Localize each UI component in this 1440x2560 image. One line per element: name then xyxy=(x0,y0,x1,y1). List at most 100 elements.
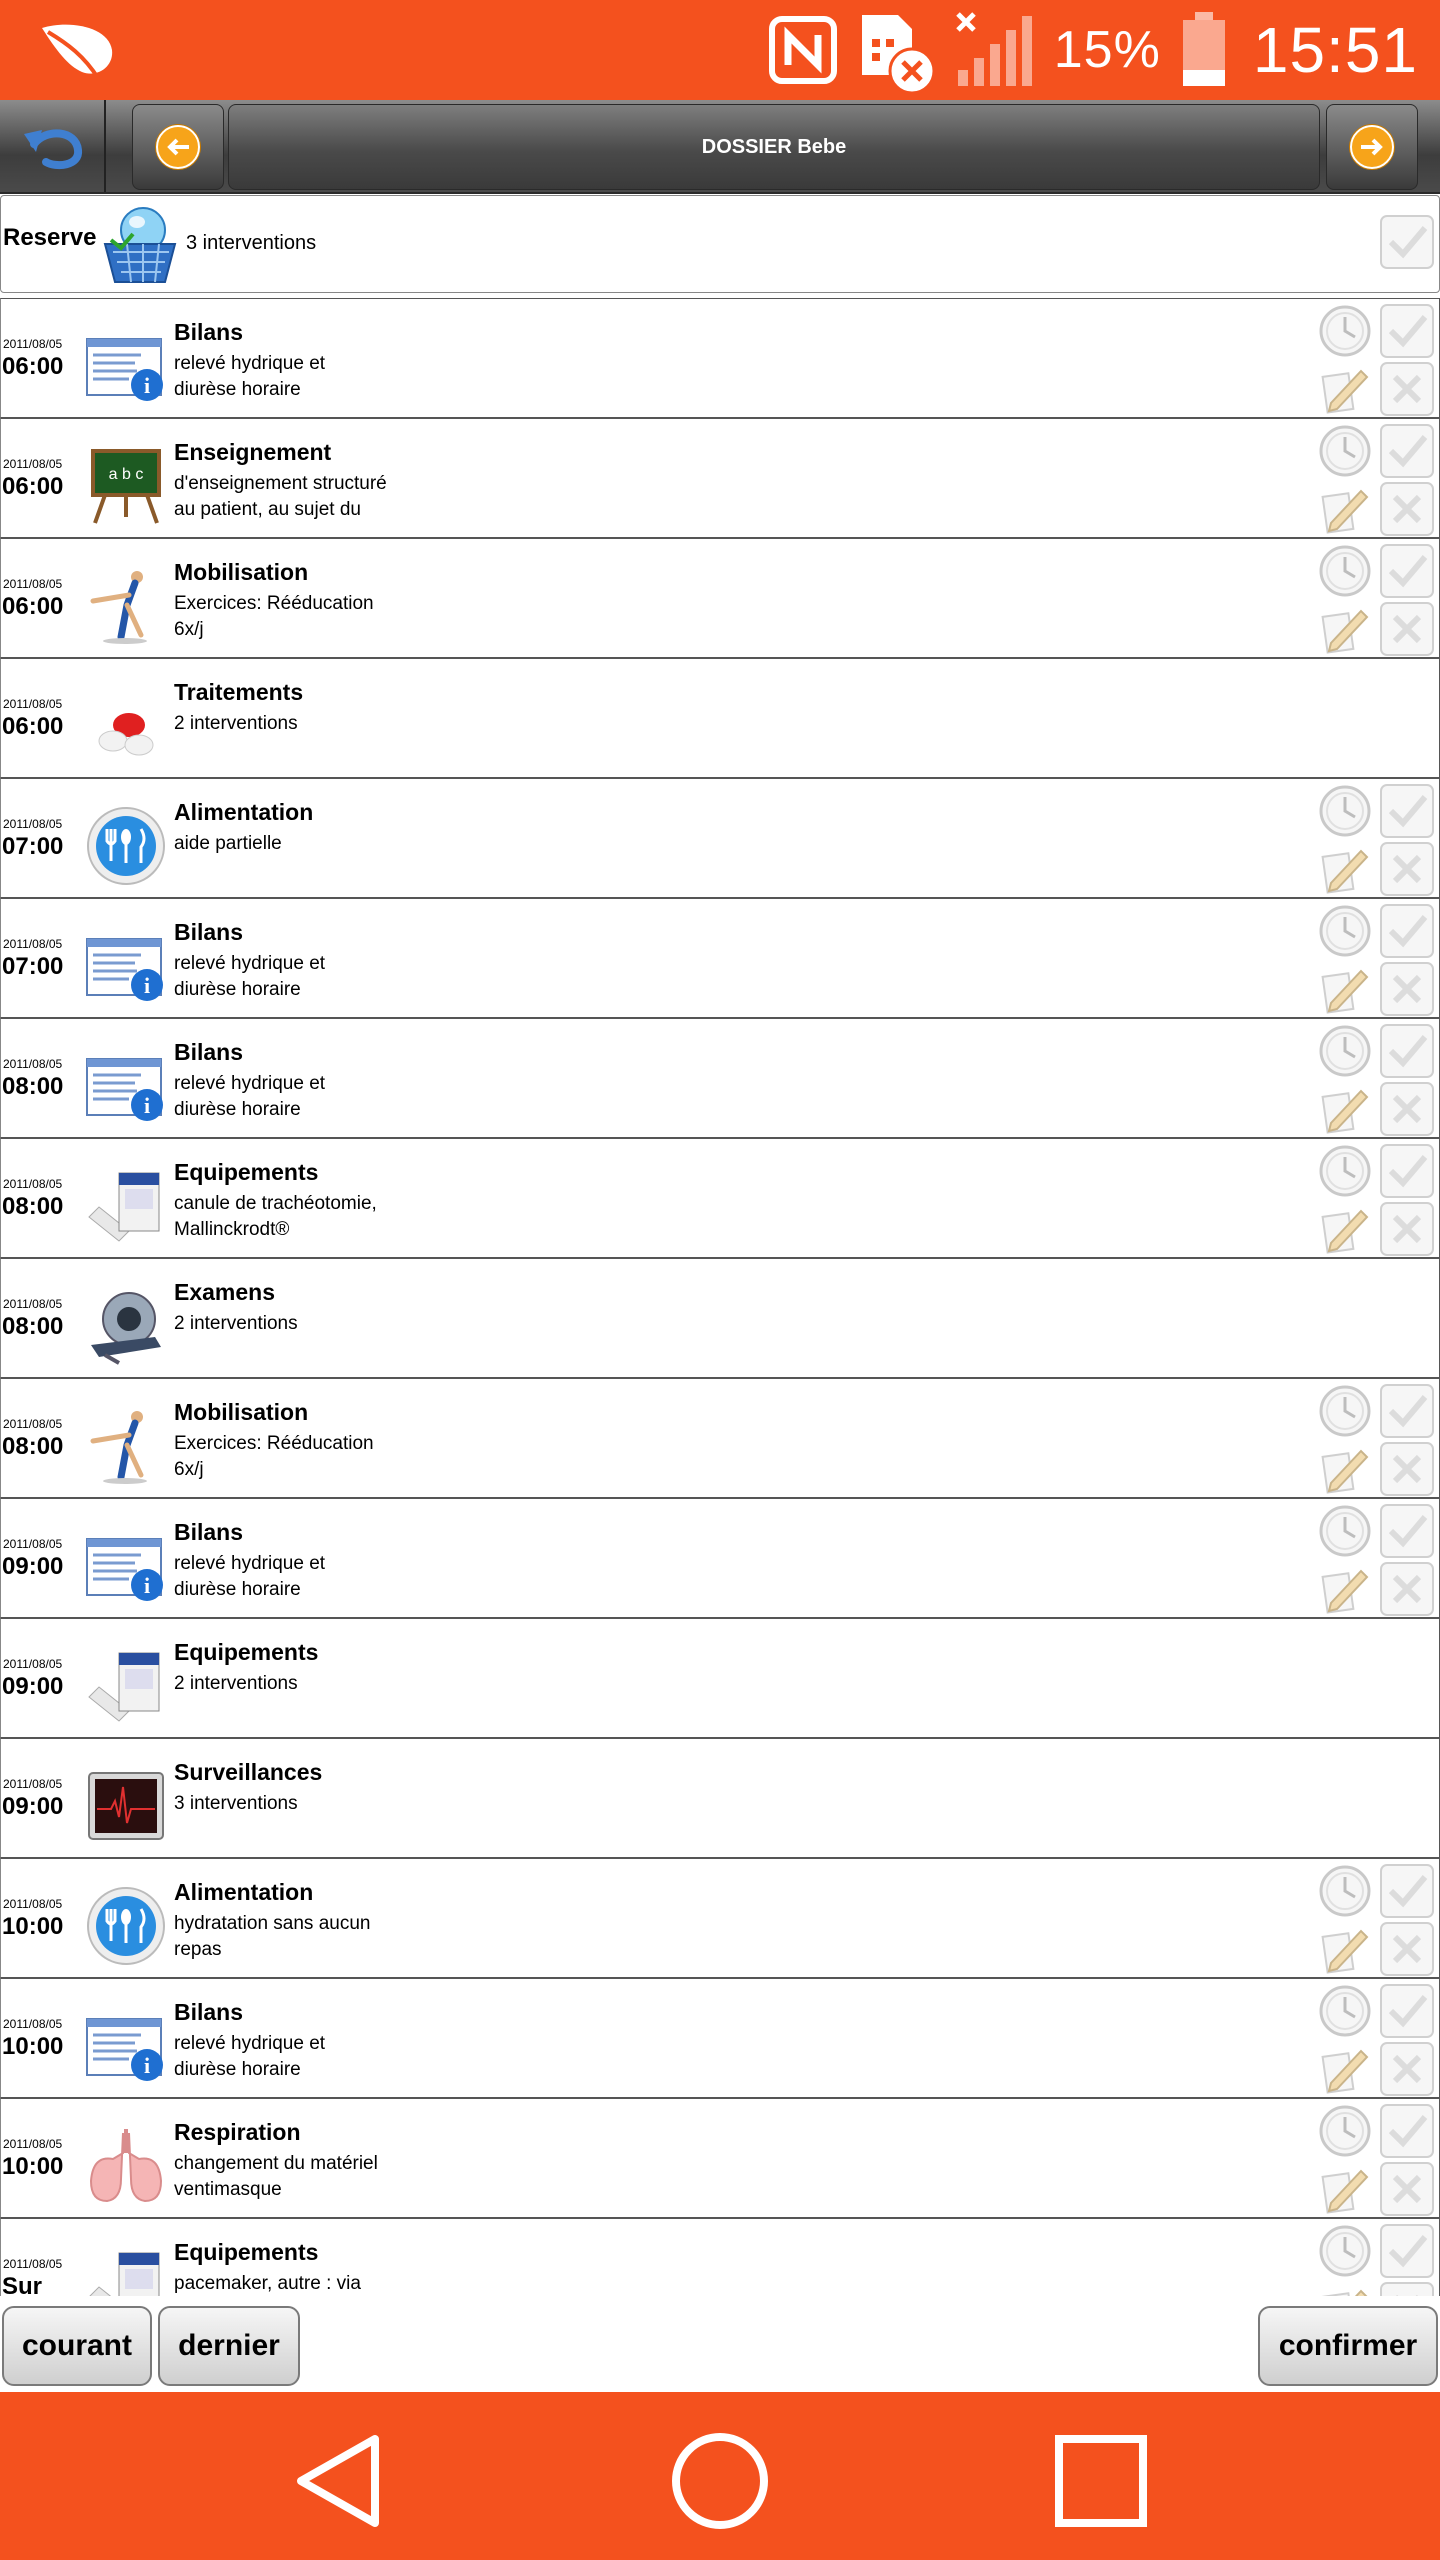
intervention-row[interactable]: 2011/08/05 10:00 Alimentation hydratation s… xyxy=(0,1858,1440,1978)
schedule-clock-icon[interactable] xyxy=(1317,423,1373,479)
edit-note-icon[interactable] xyxy=(1317,961,1373,1017)
nav-home-button[interactable] xyxy=(665,2426,775,2536)
intervention-row[interactable]: 2011/08/05 06:00 i Bilans relevé hydrique et… xyxy=(0,298,1440,418)
schedule-clock-icon[interactable] xyxy=(1317,783,1373,839)
courant-button[interactable]: courant xyxy=(2,2306,152,2386)
confirm-check-icon[interactable] xyxy=(1379,423,1435,479)
cancel-cross-icon[interactable] xyxy=(1379,2161,1435,2217)
reserve-confirm-check-icon[interactable] xyxy=(1379,214,1435,270)
row-description: relevé hydrique et diurèse horaire xyxy=(174,2031,434,2083)
edit-note-icon[interactable] xyxy=(1317,1201,1373,1257)
intervention-row[interactable]: 2011/08/05 09:00 i Bilans relevé hydrique et… xyxy=(0,1498,1440,1618)
confirm-check-icon[interactable] xyxy=(1379,1983,1435,2039)
schedule-clock-icon[interactable] xyxy=(1317,1503,1373,1559)
cancel-cross-icon[interactable] xyxy=(1379,2041,1435,2097)
previous-button[interactable] xyxy=(132,104,224,190)
cancel-cross-icon[interactable] xyxy=(1379,1081,1435,1137)
cancel-cross-icon[interactable] xyxy=(1379,1561,1435,1617)
intervention-row[interactable]: 2011/08/05 06:00 Traitements 2 intervention… xyxy=(0,658,1440,778)
intervention-row[interactable]: 2011/08/05 09:00 Surveillances 3 interventi… xyxy=(0,1738,1440,1858)
schedule-clock-icon[interactable] xyxy=(1317,543,1373,599)
next-button[interactable] xyxy=(1326,104,1418,190)
confirm-check-icon[interactable] xyxy=(1379,1143,1435,1199)
confirm-check-icon[interactable] xyxy=(1379,543,1435,599)
edit-note-icon[interactable] xyxy=(1317,481,1373,537)
cancel-cross-icon[interactable] xyxy=(1379,481,1435,537)
cancel-cross-icon[interactable] xyxy=(1379,841,1435,897)
intervention-row[interactable]: 2011/08/05 Sur Equipements pacemaker, autre… xyxy=(0,2218,1440,2296)
cancel-cross-icon[interactable] xyxy=(1379,961,1435,1017)
intervention-row[interactable]: 2011/08/05 06:00 a b c Enseignement d'enseig… xyxy=(0,418,1440,538)
row-description-line: diurèse horaire xyxy=(174,379,301,400)
row-description-line: diurèse horaire xyxy=(174,2059,301,2080)
edit-note-icon[interactable] xyxy=(1317,361,1373,417)
row-description: relevé hydrique et diurèse horaire xyxy=(174,1551,434,1603)
cancel-cross-icon[interactable] xyxy=(1379,2281,1435,2296)
schedule-clock-icon[interactable] xyxy=(1317,2103,1373,2159)
row-title: Respiration xyxy=(174,2119,301,2145)
confirm-check-icon[interactable] xyxy=(1379,783,1435,839)
intervention-row[interactable]: 2011/08/05 08:00 i Bilans relevé hydrique et… xyxy=(0,1018,1440,1138)
edit-note-icon[interactable] xyxy=(1317,1081,1373,1137)
row-description-line: hydratation sans aucun xyxy=(174,1913,371,1934)
row-date: 2011/08/05 xyxy=(3,2257,63,2271)
edit-note-icon[interactable] xyxy=(1317,601,1373,657)
nav-back-button[interactable] xyxy=(286,2426,396,2536)
edit-note-icon[interactable] xyxy=(1317,2281,1373,2296)
intervention-row[interactable]: 2011/08/05 09:00 Equipements 2 intervention… xyxy=(0,1618,1440,1738)
intervention-row[interactable]: 2011/08/05 07:00 Alimentation aide partiell… xyxy=(0,778,1440,898)
intervention-row[interactable]: 2011/08/05 08:00 Mobilisation Exercices: Ré… xyxy=(0,1378,1440,1498)
schedule-clock-icon[interactable] xyxy=(1317,1863,1373,1919)
schedule-clock-icon[interactable] xyxy=(1317,1023,1373,1079)
confirm-check-icon[interactable] xyxy=(1379,1023,1435,1079)
edit-note-icon[interactable] xyxy=(1317,2161,1373,2217)
intervention-row[interactable]: 2011/08/05 08:00 Examens 2 interventions xyxy=(0,1258,1440,1378)
dernier-button[interactable]: dernier xyxy=(158,2306,300,2386)
intervention-row[interactable]: 2011/08/05 10:00 Respiration changement du … xyxy=(0,2098,1440,2218)
edit-note-icon[interactable] xyxy=(1317,1561,1373,1617)
confirm-check-icon[interactable] xyxy=(1379,303,1435,359)
cancel-cross-icon[interactable] xyxy=(1379,601,1435,657)
confirm-check-icon[interactable] xyxy=(1379,903,1435,959)
row-action-group xyxy=(1313,419,1439,537)
confirm-check-icon[interactable] xyxy=(1379,1383,1435,1439)
confirm-check-icon[interactable] xyxy=(1379,1503,1435,1559)
cancel-cross-icon[interactable] xyxy=(1379,1441,1435,1497)
schedule-clock-icon[interactable] xyxy=(1317,1383,1373,1439)
row-action-group xyxy=(1313,1979,1439,2097)
schedule-clock-icon[interactable] xyxy=(1317,2223,1373,2279)
edit-note-icon[interactable] xyxy=(1317,841,1373,897)
schedule-clock-icon[interactable] xyxy=(1317,903,1373,959)
cancel-cross-icon[interactable] xyxy=(1379,1921,1435,1977)
edit-note-icon[interactable] xyxy=(1317,2041,1373,2097)
svg-text:i: i xyxy=(144,1573,150,1598)
intervention-row[interactable]: 2011/08/05 08:00 Equipements canule de trac… xyxy=(0,1138,1440,1258)
row-description: 2 interventions xyxy=(174,1671,434,1697)
intervention-row[interactable]: 2011/08/05 07:00 i Bilans relevé hydrique et… xyxy=(0,898,1440,1018)
row-date: 2011/08/05 xyxy=(3,1657,63,1671)
cancel-cross-icon[interactable] xyxy=(1379,1201,1435,1257)
schedule-clock-icon[interactable] xyxy=(1317,1983,1373,2039)
alimentation-icon xyxy=(85,1885,167,1967)
intervention-row[interactable]: 2011/08/05 10:00 i Bilans relevé hydrique et… xyxy=(0,1978,1440,2098)
row-date: 2011/08/05 xyxy=(3,1177,63,1191)
interventions-list[interactable]: 2011/08/05 06:00 i Bilans relevé hydrique et… xyxy=(0,298,1440,2296)
reserve-row[interactable]: Reserve 3 interventions xyxy=(0,195,1440,293)
bilans-icon: i xyxy=(85,1045,167,1127)
confirm-check-icon[interactable] xyxy=(1379,2223,1435,2279)
row-description-line: diurèse horaire xyxy=(174,979,301,1000)
back-button[interactable] xyxy=(0,100,106,192)
cancel-cross-icon[interactable] xyxy=(1379,361,1435,417)
confirmer-button[interactable]: confirmer xyxy=(1258,2306,1438,2386)
row-description-line: Exercices: Rééducation xyxy=(174,1433,374,1454)
schedule-clock-icon[interactable] xyxy=(1317,1143,1373,1199)
schedule-clock-icon[interactable] xyxy=(1317,303,1373,359)
confirm-check-icon[interactable] xyxy=(1379,1863,1435,1919)
row-description-line: relevé hydrique et xyxy=(174,1073,326,1094)
nav-recents-button[interactable] xyxy=(1046,2426,1156,2536)
intervention-row[interactable]: 2011/08/05 06:00 Mobilisation Exercices: Ré… xyxy=(0,538,1440,658)
confirm-check-icon[interactable] xyxy=(1379,2103,1435,2159)
edit-note-icon[interactable] xyxy=(1317,1921,1373,1977)
svg-text:i: i xyxy=(144,973,150,998)
edit-note-icon[interactable] xyxy=(1317,1441,1373,1497)
